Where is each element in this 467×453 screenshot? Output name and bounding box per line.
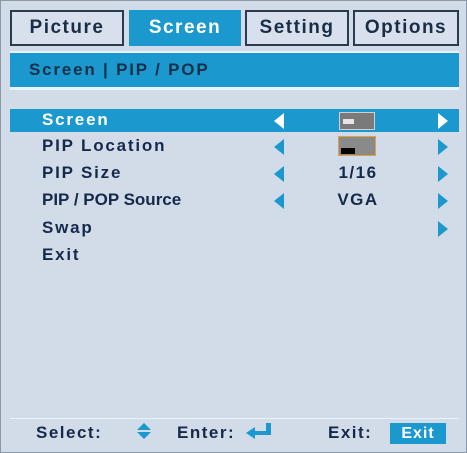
osd-menu-panel: Picture Screen Setting Options Screen | …: [0, 0, 467, 453]
tab-screen[interactable]: Screen: [129, 10, 241, 46]
arrow-right-icon[interactable]: [438, 113, 448, 129]
exit-badge: Exit: [390, 423, 446, 444]
arrow-right-icon[interactable]: [438, 221, 448, 237]
pip-size-value: 1/16: [338, 163, 378, 182]
arrow-left-icon[interactable]: [274, 139, 284, 155]
menu-item-label: PIP Location: [42, 136, 167, 155]
menu-item-pip-pop-source[interactable]: PIP / POP Source VGA: [10, 189, 459, 212]
arrow-right-icon[interactable]: [438, 193, 448, 209]
menu-item-label: PIP / POP Source: [42, 190, 182, 209]
arrow-left-icon[interactable]: [274, 193, 284, 209]
menu-item-screen[interactable]: Screen: [10, 109, 459, 132]
pip-pop-source-value: VGA: [337, 190, 379, 209]
tab-picture[interactable]: Picture: [10, 10, 124, 46]
menu-item-swap[interactable]: Swap: [10, 217, 459, 240]
screen-thumbnail-icon: [339, 112, 375, 130]
exit-hint-label: Exit:: [328, 423, 373, 442]
pip-location-thumbnail-icon: [338, 136, 376, 156]
arrow-right-icon[interactable]: [438, 166, 448, 182]
arrow-left-icon[interactable]: [274, 166, 284, 182]
menu-list: Screen PIP Location PIP Size 1/16 PIP / …: [10, 87, 459, 414]
arrow-left-icon[interactable]: [274, 113, 284, 129]
select-hint-label: Select:: [36, 423, 103, 442]
tab-setting[interactable]: Setting: [245, 10, 349, 46]
arrow-right-icon[interactable]: [438, 139, 448, 155]
tab-options[interactable]: Options: [353, 10, 459, 46]
menu-item-label: Swap: [42, 218, 94, 237]
menu-item-label: PIP Size: [42, 163, 123, 182]
up-down-arrows-icon: [137, 423, 151, 439]
enter-hint-label: Enter:: [177, 423, 236, 442]
breadcrumb: Screen | PIP / POP: [10, 51, 459, 87]
enter-return-icon: [246, 423, 272, 439]
status-bar: Select: Enter: Exit: Exit: [10, 418, 459, 445]
menu-item-exit[interactable]: Exit: [10, 244, 459, 267]
menu-item-pip-location[interactable]: PIP Location: [10, 135, 459, 158]
menu-item-label: Exit: [42, 245, 81, 264]
menu-item-pip-size[interactable]: PIP Size 1/16: [10, 162, 459, 185]
menu-item-label: Screen: [42, 110, 110, 129]
